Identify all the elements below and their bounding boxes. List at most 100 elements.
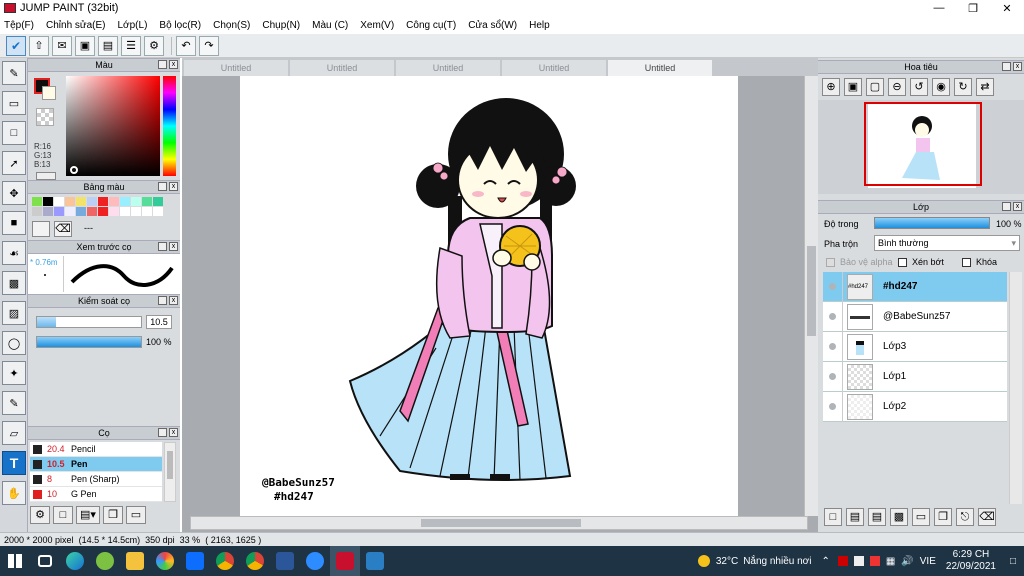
brush-tool[interactable]: ✎: [2, 61, 26, 85]
maximize-button[interactable]: ❐: [956, 0, 990, 16]
brush-menu-button[interactable]: ▤▾: [76, 506, 100, 524]
chrome-alt-button[interactable]: [240, 546, 270, 576]
comment-button[interactable]: ✉: [52, 35, 72, 56]
undock-icon[interactable]: [158, 242, 167, 251]
layer-row[interactable]: Lớp1: [823, 361, 1007, 392]
menu-tools[interactable]: Công cụ(T): [406, 20, 456, 31]
network-icon[interactable]: ▦: [886, 556, 895, 567]
file-explorer-button[interactable]: [120, 546, 150, 576]
volume-icon[interactable]: 🔊: [901, 556, 913, 567]
input-language[interactable]: VIE: [920, 556, 936, 567]
visibility-toggle[interactable]: [823, 391, 843, 422]
magic-wand-tool[interactable]: ✦: [2, 361, 26, 385]
line-tool[interactable]: ➚: [2, 151, 26, 175]
list-button[interactable]: ☰: [121, 35, 141, 56]
notification-icon[interactable]: □: [1010, 556, 1016, 567]
clip-checkbox[interactable]: [898, 258, 907, 267]
share-button[interactable]: ⇧: [29, 35, 49, 56]
menu-help[interactable]: Help: [529, 20, 550, 31]
protect-alpha-checkbox[interactable]: [826, 258, 835, 267]
lasso-tool[interactable]: ◯: [2, 331, 26, 355]
zoom-in-button[interactable]: ⊕: [822, 78, 840, 96]
settings-button[interactable]: ⚙: [144, 35, 164, 56]
actual-size-button[interactable]: ▢: [866, 78, 884, 96]
task-view-button[interactable]: [30, 546, 60, 576]
new-folder-button[interactable]: ▭: [912, 508, 930, 526]
visibility-toggle[interactable]: [823, 301, 843, 332]
new-palette-button[interactable]: [32, 221, 50, 237]
document-tab[interactable]: Untitled: [396, 60, 500, 76]
canvas-vertical-scrollbar[interactable]: [804, 76, 818, 516]
menu-view[interactable]: Xem(V): [360, 20, 394, 31]
monitor-button[interactable]: ▣: [75, 35, 95, 56]
undock-icon[interactable]: [158, 428, 167, 437]
flip-button[interactable]: ⇄: [976, 78, 994, 96]
app-green-button[interactable]: [90, 546, 120, 576]
document-tab[interactable]: Untitled: [184, 60, 288, 76]
zoom-button[interactable]: [300, 546, 330, 576]
brush-size-slider[interactable]: [36, 316, 142, 328]
start-button[interactable]: [0, 546, 30, 576]
close-icon[interactable]: x: [169, 428, 178, 437]
blend-mode-select[interactable]: Bình thường ▾: [874, 235, 1020, 251]
close-button[interactable]: ✕: [990, 0, 1024, 16]
layer-row[interactable]: Lớp2: [823, 391, 1007, 422]
undock-icon[interactable]: [158, 182, 167, 191]
rotate-right-button[interactable]: ↻: [954, 78, 972, 96]
transparent-color-swatch[interactable]: [36, 108, 54, 126]
halftone-layer-button[interactable]: ▩: [890, 508, 908, 526]
app-colorful-button[interactable]: [150, 546, 180, 576]
hand-tool[interactable]: ✋: [2, 481, 26, 505]
scroll-thumb[interactable]: [421, 519, 581, 527]
menu-select[interactable]: Chọn(S): [213, 20, 250, 31]
weather-temp[interactable]: 32°C: [716, 556, 738, 567]
move-tool[interactable]: ✥: [2, 181, 26, 205]
minimize-button[interactable]: —: [922, 0, 956, 16]
document-tab[interactable]: Untitled: [502, 60, 606, 76]
new-layer-alt-button[interactable]: ▤: [846, 508, 864, 526]
close-icon[interactable]: x: [169, 182, 178, 191]
chrome-button[interactable]: [210, 546, 240, 576]
undo-button[interactable]: ↶: [176, 35, 196, 56]
close-icon[interactable]: x: [1013, 62, 1022, 71]
brush-list-scrollbar[interactable]: [164, 442, 176, 502]
visibility-toggle[interactable]: [823, 271, 843, 302]
undock-icon[interactable]: [158, 60, 167, 69]
chevron-up-icon[interactable]: ⌃: [821, 556, 829, 567]
rotate-reset-button[interactable]: ◉: [932, 78, 950, 96]
delete-layer-button[interactable]: ⌫: [978, 508, 996, 526]
hue-slider[interactable]: [163, 76, 176, 176]
duplicate-layer-button[interactable]: ❐: [934, 508, 952, 526]
brush-list-item[interactable]: 20.4 Pencil: [30, 442, 162, 457]
layer-list-scrollbar[interactable]: [1009, 272, 1022, 504]
menu-file[interactable]: Tệp(F): [4, 20, 34, 31]
eyedropper-button[interactable]: [36, 172, 56, 180]
menu-color[interactable]: Màu (C): [312, 20, 348, 31]
visibility-toggle[interactable]: [823, 361, 843, 392]
layer-opacity-slider[interactable]: [874, 217, 990, 229]
bucket-tool[interactable]: ☙: [2, 241, 26, 265]
weather-text[interactable]: Nắng nhiều nơi: [743, 556, 811, 567]
brush-copy-button[interactable]: ❐: [103, 506, 123, 524]
gradient-tool[interactable]: ▩: [2, 271, 26, 295]
delete-palette-button[interactable]: ⌫: [54, 221, 72, 237]
rect-select-tool[interactable]: ▨: [2, 301, 26, 325]
menu-window[interactable]: Cửa sổ(W): [468, 20, 517, 31]
close-icon[interactable]: x: [1013, 202, 1022, 211]
close-icon[interactable]: x: [169, 242, 178, 251]
navigator-preview[interactable]: [818, 100, 1024, 194]
text-tool[interactable]: T: [2, 451, 26, 475]
close-icon[interactable]: x: [169, 60, 178, 69]
zalo-button[interactable]: [180, 546, 210, 576]
tray-app-icon[interactable]: [837, 556, 848, 566]
brush-settings-button[interactable]: ⚙: [30, 506, 50, 524]
menu-filter[interactable]: Bộ lọc(R): [159, 20, 201, 31]
palette-swatches[interactable]: [32, 197, 163, 217]
new-layer-alt2-button[interactable]: ▤: [868, 508, 886, 526]
brush-list-item[interactable]: 10.5 Pen: [30, 457, 162, 472]
undock-icon[interactable]: [1002, 62, 1011, 71]
navigator-viewport-frame[interactable]: [864, 102, 982, 186]
rotate-left-button[interactable]: ↺: [910, 78, 928, 96]
visibility-toggle[interactable]: [823, 331, 843, 362]
layer-row[interactable]: Lớp3: [823, 331, 1007, 362]
